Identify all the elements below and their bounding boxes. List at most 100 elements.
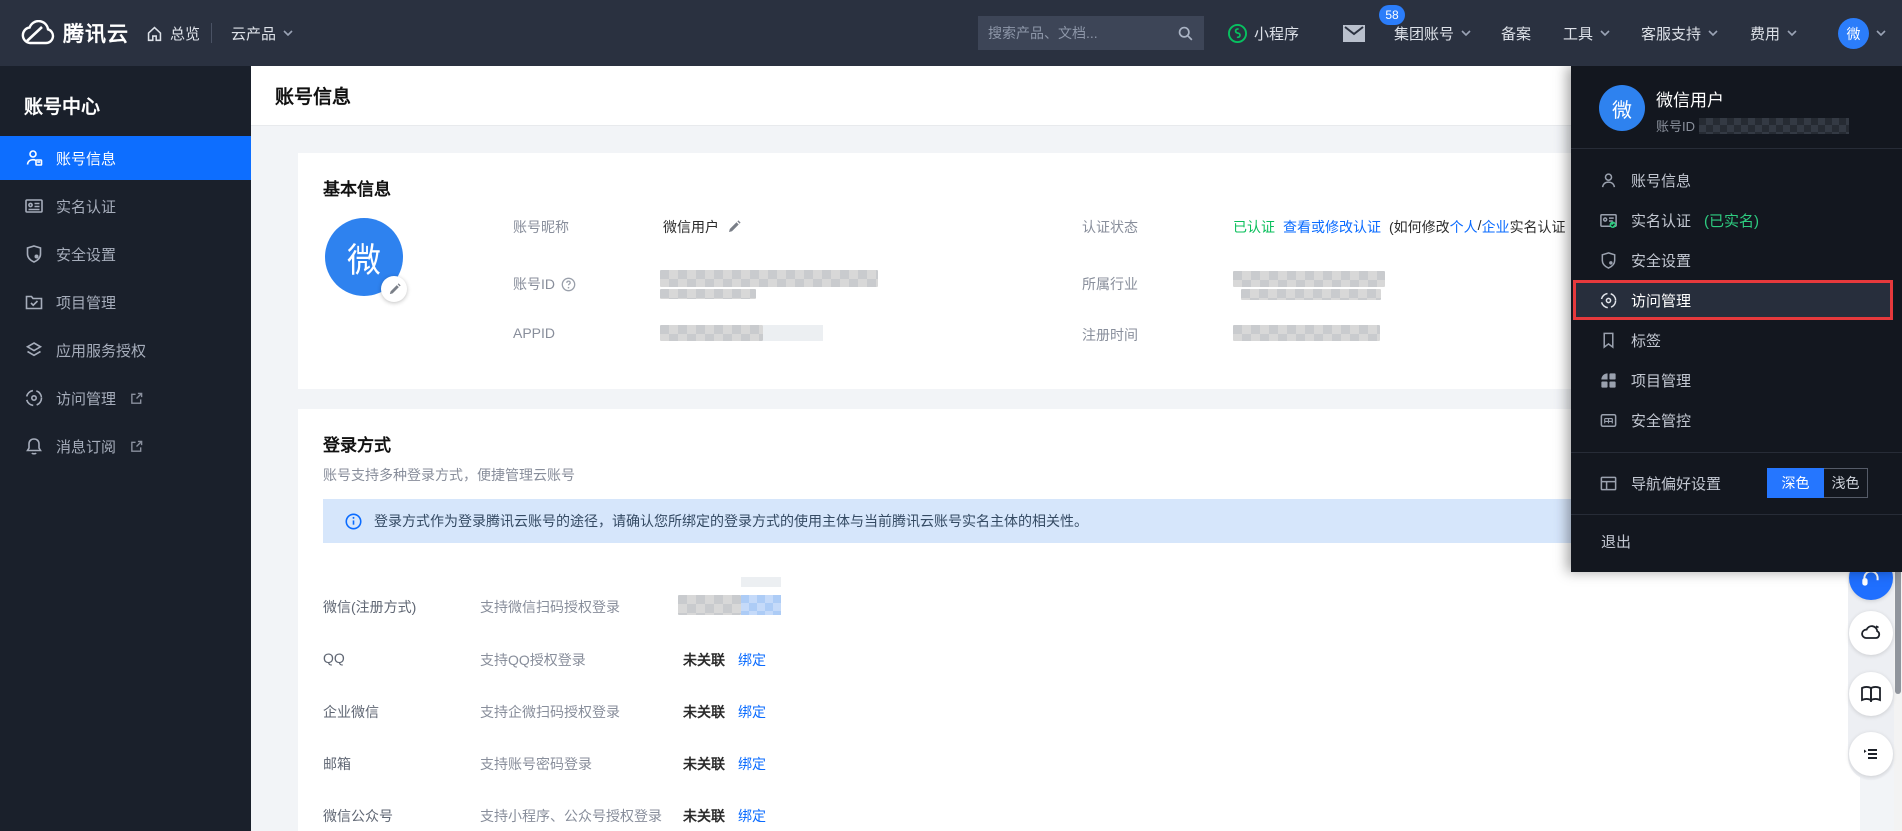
nav-mail[interactable]: [1343, 0, 1365, 66]
external-link-icon: [130, 440, 143, 453]
sidebar-item-message-subscription[interactable]: 消息订阅: [0, 422, 251, 470]
nickname-edit-icon[interactable]: [727, 220, 741, 234]
cam-compass-icon: [1599, 291, 1618, 310]
brand-logo[interactable]: 腾讯云: [20, 0, 129, 66]
panel-item-project-management[interactable]: 项目管理: [1571, 360, 1902, 400]
nav-overview[interactable]: 总览: [146, 0, 200, 66]
industry-redacted: [1233, 271, 1385, 287]
wechat-binding-redacted-blue: [741, 595, 781, 615]
chevron-down-icon: [283, 30, 293, 36]
sidebar-item-app-service-auth[interactable]: 应用服务授权: [0, 326, 251, 374]
panel-divider: [1571, 148, 1902, 149]
appid-label: APPID: [513, 325, 555, 341]
chevron-down-icon: [1708, 30, 1718, 36]
cloud-assistant-button[interactable]: [1849, 611, 1893, 655]
sidebar-item-access-management[interactable]: 访问管理: [0, 374, 251, 422]
account-id-redacted: [660, 270, 878, 287]
shield-gear-icon: [24, 244, 44, 264]
console-grid-icon: [1599, 411, 1618, 430]
industry-redacted-2: [1241, 289, 1381, 300]
cam-compass-icon: [24, 388, 44, 408]
panel-item-access-management[interactable]: 访问管理: [1573, 280, 1893, 320]
personal-auth-link[interactable]: 个人: [1450, 217, 1478, 237]
panel-item-security-control[interactable]: 安全管控: [1571, 400, 1902, 440]
feedback-list-button[interactable]: [1849, 732, 1893, 776]
sidebar-item-account-info[interactable]: 账号信息: [0, 136, 251, 180]
external-link-icon: [130, 392, 143, 405]
panel-account-id-redacted: [1699, 118, 1849, 134]
user-icon: [1599, 171, 1618, 190]
docs-button[interactable]: [1849, 672, 1893, 716]
official-account-bind-link[interactable]: 绑定: [738, 806, 766, 826]
email-bind-link[interactable]: 绑定: [738, 754, 766, 774]
brand-name: 腾讯云: [63, 18, 129, 48]
nav-cloud-products[interactable]: 云产品: [231, 0, 293, 66]
search-icon[interactable]: [1177, 25, 1194, 42]
qq-bind-link[interactable]: 绑定: [738, 650, 766, 670]
page-title: 账号信息: [275, 82, 351, 109]
theme-dark-button[interactable]: 深色: [1767, 468, 1824, 498]
basic-info-title: 基本信息: [323, 175, 391, 200]
logout-button[interactable]: 退出: [1571, 521, 1902, 561]
avatar-caret[interactable]: [1876, 0, 1886, 66]
search-input[interactable]: [988, 25, 1177, 41]
sidebar: 账号中心 账号信息 实名认证 安全设置: [0, 66, 251, 831]
sidebar-item-identity-verification[interactable]: 实名认证: [0, 182, 251, 230]
qq-status: 未关联: [683, 650, 725, 670]
auth-status-label: 认证状态: [1082, 217, 1138, 237]
nav-beian[interactable]: 备案: [1501, 0, 1531, 66]
profile-panel: 微 微信用户 账号ID 账号信息 实名认证 (已: [1571, 66, 1902, 572]
account-id-label: 账号ID: [513, 274, 576, 294]
email-status: 未关联: [683, 754, 725, 774]
home-icon: [146, 25, 163, 42]
shield-icon: [1599, 251, 1618, 270]
auth-modify-link[interactable]: 查看或修改认证: [1283, 217, 1381, 237]
panel-item-identity-verification[interactable]: 实名认证 (已实名): [1571, 200, 1902, 240]
wechat-binding-redacted: [678, 595, 741, 615]
appid-redacted: [660, 325, 763, 341]
theme-light-button[interactable]: 浅色: [1824, 468, 1868, 498]
register-time-redacted: [1233, 325, 1380, 341]
chevron-down-icon: [1461, 30, 1471, 36]
top-navbar: 腾讯云 总览 云产品 小程序: [0, 0, 1902, 66]
chevron-down-icon: [1600, 30, 1610, 36]
panel-divider: [1571, 452, 1902, 453]
panel-item-security-settings[interactable]: 安全设置: [1571, 240, 1902, 280]
nav-tools[interactable]: 工具: [1563, 0, 1610, 66]
id-card-check-icon: [1599, 211, 1618, 230]
tencent-cloud-icon: [20, 20, 56, 46]
blocks-icon: [1599, 371, 1618, 390]
nav-group-account[interactable]: 集团账号: [1394, 0, 1471, 66]
register-time-label: 注册时间: [1082, 325, 1138, 345]
sidebar-item-security-settings[interactable]: 安全设置: [0, 230, 251, 278]
panel-account-id: 账号ID: [1656, 116, 1849, 135]
login-methods-subtitle: 账号支持多种登录方式，便捷管理云账号: [323, 465, 575, 485]
panel-item-account-info[interactable]: 账号信息: [1571, 160, 1902, 200]
open-book-icon: [1859, 682, 1883, 706]
chevron-down-icon: [1876, 30, 1886, 36]
login-methods-title: 登录方式: [323, 431, 391, 456]
chevron-down-icon: [1787, 30, 1797, 36]
mail-unread-badge: 58: [1379, 5, 1405, 25]
layout-icon: [1599, 474, 1618, 493]
sidebar-item-project-management[interactable]: 项目管理: [0, 278, 251, 326]
theme-toggle: 深色 浅色: [1767, 468, 1868, 498]
list-icon: [1860, 743, 1882, 765]
panel-item-tags[interactable]: 标签: [1571, 320, 1902, 360]
industry-label: 所属行业: [1082, 274, 1138, 294]
info-circle-icon: [345, 513, 362, 530]
help-question-icon[interactable]: [561, 277, 576, 292]
nav-mini-program[interactable]: 小程序: [1228, 0, 1299, 66]
bell-icon: [24, 436, 44, 456]
bookmark-icon: [1599, 331, 1618, 350]
avatar-edit-button[interactable]: [381, 276, 407, 302]
verified-badge: (已实名): [1704, 210, 1759, 231]
folder-check-icon: [24, 292, 44, 312]
nav-billing[interactable]: 费用: [1750, 0, 1797, 66]
auth-status-badge: 已认证: [1233, 217, 1275, 237]
wecom-status: 未关联: [683, 702, 725, 722]
nav-support[interactable]: 客服支持: [1641, 0, 1718, 66]
enterprise-auth-link[interactable]: 企业: [1482, 217, 1510, 237]
user-avatar[interactable]: 微: [1838, 18, 1869, 49]
wecom-bind-link[interactable]: 绑定: [738, 702, 766, 722]
